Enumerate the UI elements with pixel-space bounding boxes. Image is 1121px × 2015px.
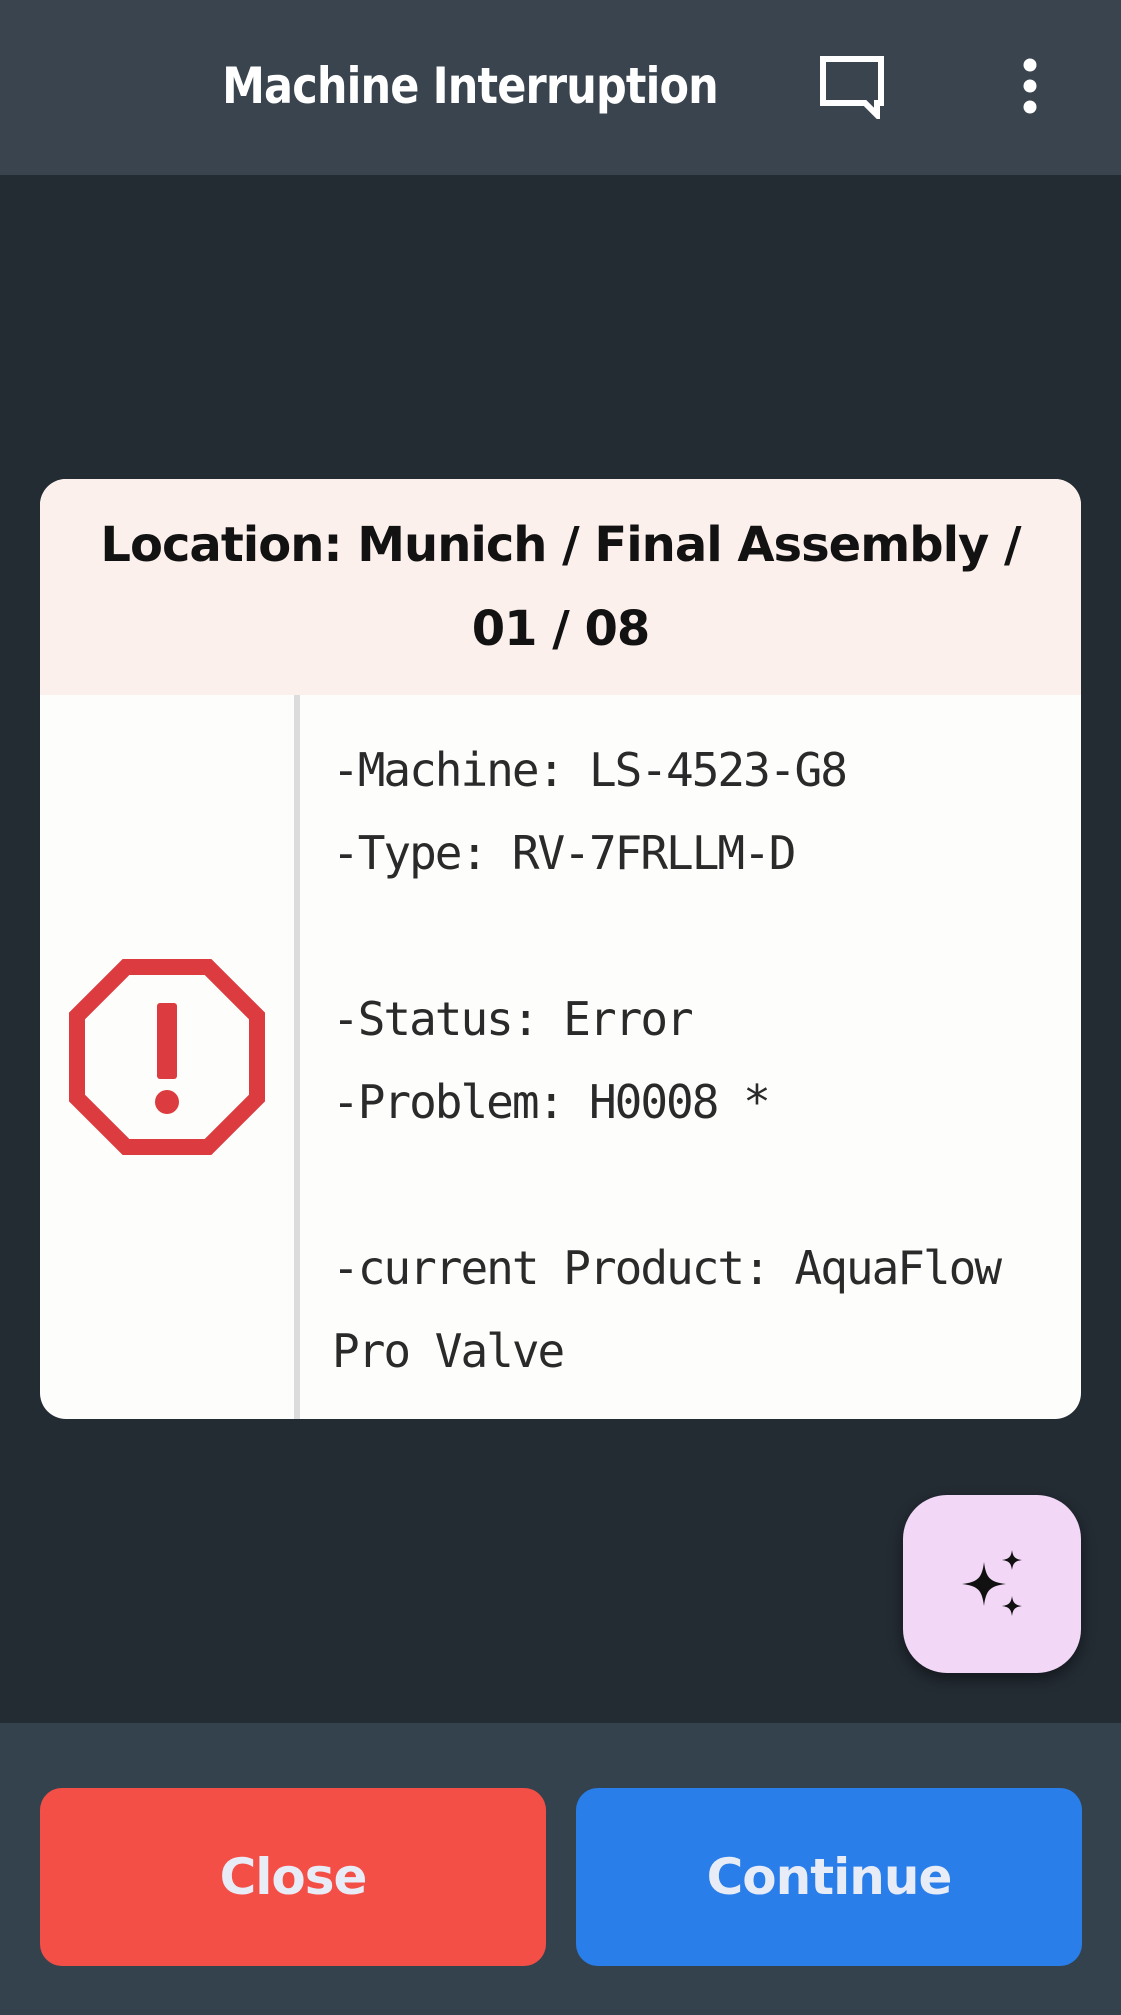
close-button[interactable]: Close [40,1788,546,1966]
machine-id: -Machine: LS-4523-G8 [332,743,848,797]
error-octagon-icon [69,959,265,1155]
ai-assist-button[interactable] [903,1495,1081,1673]
sparkles-icon [962,1550,1022,1616]
continue-button[interactable]: Continue [576,1788,1082,1966]
app-bar: Machine Interruption [0,0,1121,175]
bottom-action-bar: Close Continue [0,1723,1121,2015]
more-options-button[interactable] [1005,50,1055,122]
current-product: -current Product: AquaFlow Pro Valve [332,1241,1002,1378]
machine-card: Location: Munich / Final Assembly / 01 /… [40,479,1081,1419]
machine-details: -Machine: LS-4523-G8 -Type: RV-7FRLLM-D … [332,729,1072,1393]
card-divider [294,695,300,1419]
machine-type: -Type: RV-7FRLLM-D [332,826,797,880]
chat-button[interactable] [812,50,892,122]
machine-problem: -Problem: H0008 * [332,1075,771,1129]
machine-status: -Status: Error [332,992,694,1046]
location-label: Location: Munich / Final Assembly / 01 /… [100,517,1021,657]
card-header: Location: Munich / Final Assembly / 01 /… [40,479,1081,695]
more-vert-icon [1023,58,1037,114]
chat-bubble-icon [820,56,884,119]
status-icon-area [40,695,294,1419]
page-title: Machine Interruption [222,57,719,115]
